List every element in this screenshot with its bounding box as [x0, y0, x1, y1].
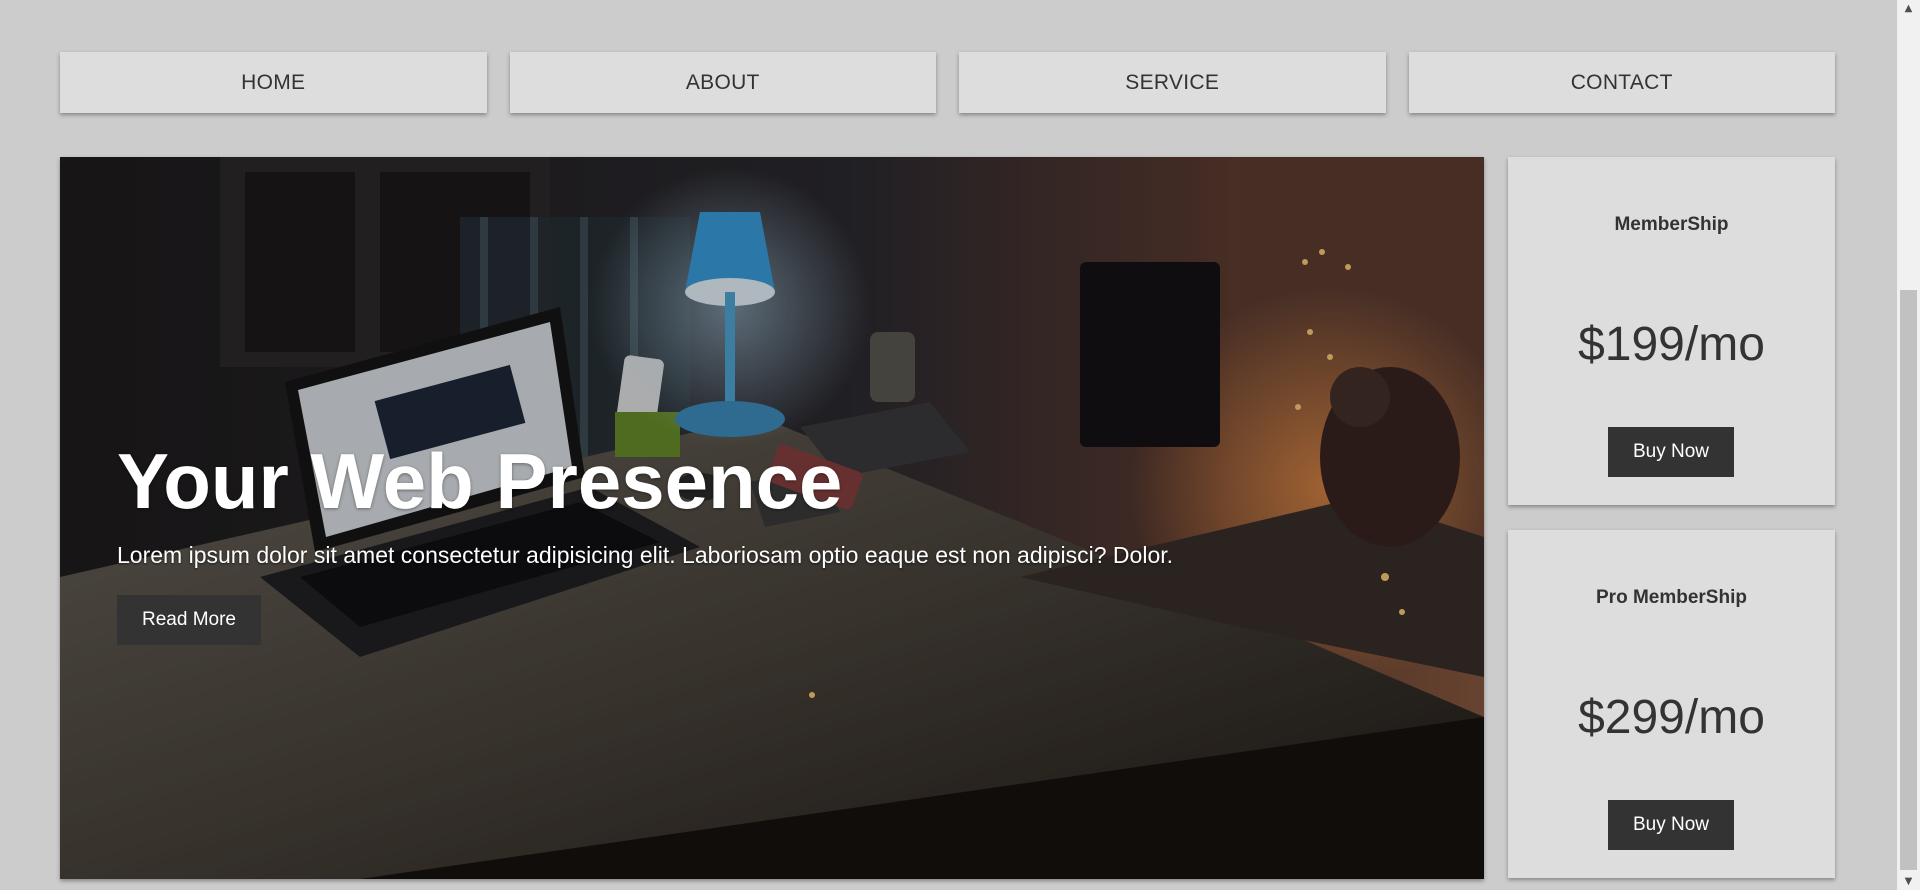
nav-about[interactable]: ABOUT: [509, 52, 936, 113]
nav-home[interactable]: HOME: [60, 52, 487, 113]
nav-service[interactable]: SERVICE: [959, 52, 1386, 113]
main-nav: HOME ABOUT SERVICE CONTACT: [60, 52, 1835, 113]
pro-membership-card: Pro MemberShip $299/mo Buy Now: [1508, 530, 1835, 878]
vertical-scrollbar[interactable]: ▲ ▼: [1897, 0, 1920, 890]
membership-title: MemberShip: [1614, 214, 1729, 235]
nav-contact[interactable]: CONTACT: [1408, 52, 1835, 113]
chevron-down-icon[interactable]: ▼: [1897, 873, 1920, 890]
pro-membership-price: $299/mo: [1578, 691, 1765, 744]
hero-description: Lorem ipsum dolor sit amet consectetur a…: [117, 542, 1174, 568]
pro-membership-buy-button[interactable]: Buy Now: [1608, 800, 1734, 850]
hero-content: Your Web Presence Lorem ipsum dolor sit …: [117, 442, 1173, 645]
chevron-up-icon[interactable]: ▲: [1897, 0, 1920, 17]
hero-showcase: Your Web Presence Lorem ipsum dolor sit …: [60, 157, 1484, 879]
read-more-button[interactable]: Read More: [117, 595, 261, 645]
membership-card: MemberShip $199/mo Buy Now: [1508, 157, 1835, 505]
pro-membership-title: Pro MemberShip: [1596, 587, 1747, 608]
scrollbar-thumb[interactable]: [1900, 290, 1917, 870]
membership-price: $199/mo: [1578, 318, 1765, 371]
membership-buy-button[interactable]: Buy Now: [1608, 427, 1734, 477]
page: HOME ABOUT SERVICE CONTACT Your Web Pres…: [0, 0, 1920, 890]
hero-title: Your Web Presence: [117, 437, 843, 525]
